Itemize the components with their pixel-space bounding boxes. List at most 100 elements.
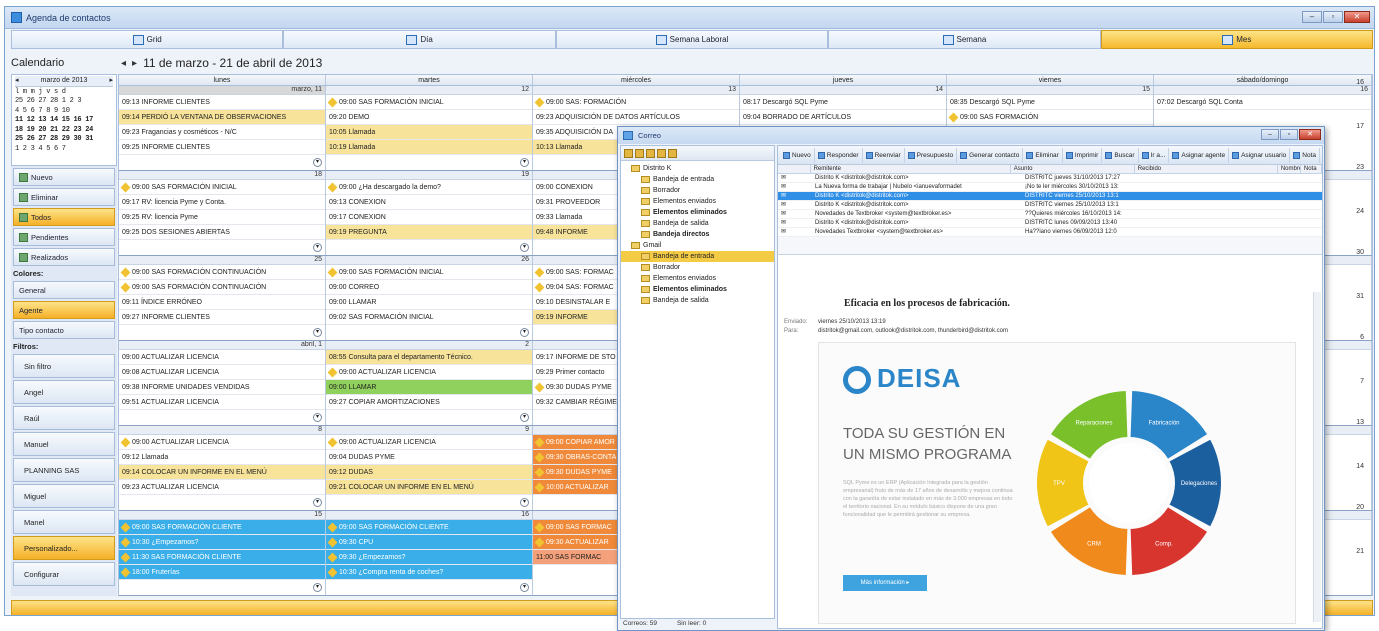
toolbar-11-button[interactable]: Nota bbox=[1290, 147, 1320, 163]
folder-item[interactable]: Bandeja de entrada bbox=[621, 174, 774, 185]
calendar-event[interactable]: 08:55 Consulta para el departamento Técn… bbox=[326, 350, 532, 365]
calendar-event[interactable]: 09:00 ACTUALIZAR LICENCIA bbox=[326, 435, 532, 450]
calendar-event[interactable]: 09:00 SAS FORMACIÓN CLIENTE bbox=[326, 520, 532, 535]
correo-close-button[interactable]: ✕ bbox=[1299, 129, 1321, 140]
action-todos-button[interactable]: Todos bbox=[13, 208, 115, 226]
more-events-icon[interactable]: ▾ bbox=[313, 328, 322, 337]
more-events-icon[interactable]: ▾ bbox=[520, 328, 529, 337]
filter-4-button[interactable]: PLANNING SAS bbox=[13, 458, 115, 482]
calendar-event[interactable]: 09:27 COPIAR AMORTIZACIONES bbox=[326, 395, 532, 410]
prev-range-button[interactable]: ◂ bbox=[121, 58, 126, 69]
folder-delete-icon[interactable] bbox=[657, 148, 666, 158]
calendar-event[interactable]: 10:05 Llamada bbox=[326, 125, 532, 140]
day-cell[interactable]: 9 09:00 ACTUALIZAR LICENCIA 09:04 DUDAS PY… bbox=[326, 426, 533, 510]
toolbar-4-button[interactable]: Generar contacto bbox=[957, 147, 1024, 163]
mini-calendar[interactable]: ◂ marzo de 2013 ▸ l m m j v s d 25 26 27 2… bbox=[11, 74, 117, 166]
calendar-event[interactable]: 10:30 ¿Empezamos? bbox=[119, 535, 325, 550]
tab-semana-laboral[interactable]: Semana Laboral bbox=[555, 30, 829, 49]
calendar-event[interactable]: 09:00 SAS FORMACIÓN CLIENTE bbox=[119, 520, 325, 535]
filter-5-button[interactable]: Miguel bbox=[13, 484, 115, 508]
filter-6-button[interactable]: Manel bbox=[13, 510, 115, 534]
filter-8-button[interactable]: Configurar bbox=[13, 562, 115, 586]
more-events-icon[interactable]: ▾ bbox=[520, 498, 529, 507]
calendar-event[interactable]: 09:12 Llamada bbox=[119, 450, 325, 465]
calendar-event[interactable]: 09:00 SAS FORMACIÓN bbox=[947, 110, 1153, 125]
folder-open-icon[interactable] bbox=[635, 148, 644, 158]
calendar-event[interactable]: 09:13 CONEXION bbox=[326, 195, 532, 210]
day-cell[interactable]: 12 09:00 SAS FORMACIÓN INICIAL 09:20 DEMO 1… bbox=[326, 86, 533, 170]
color-1-button[interactable]: Agente bbox=[13, 301, 115, 319]
calendar-event[interactable]: 09:30 ¿Empezamos? bbox=[326, 550, 532, 565]
more-events-icon[interactable]: ▾ bbox=[520, 413, 529, 422]
column-header[interactable]: Nombre agente bbox=[1278, 165, 1301, 173]
tab-grid[interactable]: Grid bbox=[11, 30, 284, 49]
calendar-event[interactable]: 09:00 SAS: FORMACIÓN bbox=[533, 95, 739, 110]
color-0-button[interactable]: General bbox=[13, 281, 115, 299]
calendar-event[interactable]: 09:20 DEMO bbox=[326, 110, 532, 125]
toolbar-8-button[interactable]: Ir a... bbox=[1139, 147, 1170, 163]
action-realizados-button[interactable]: Realizados bbox=[13, 248, 115, 266]
toolbar-12-button[interactable]: Seguimiento bbox=[1320, 148, 1322, 163]
minical-next[interactable]: ▸ bbox=[109, 76, 113, 86]
calendar-event[interactable]: 09:19 PREGUNTA bbox=[326, 225, 532, 240]
toolbar-1-button[interactable]: Responder bbox=[815, 147, 863, 163]
calendar-event[interactable]: 09:00 ACTUALIZAR LICENCIA bbox=[119, 435, 325, 450]
day-cell[interactable]: marzo, 11 09:13 INFORME CLIENTES 09:14 PER… bbox=[119, 86, 326, 170]
more-events-icon[interactable]: ▾ bbox=[313, 583, 322, 592]
minical-prev[interactable]: ◂ bbox=[15, 76, 19, 86]
calendar-event[interactable]: 09:14 COLOCAR UN INFORME EN EL MENÚ bbox=[119, 465, 325, 480]
calendar-event[interactable]: 09:02 SAS FORMACIÓN INICIAL bbox=[326, 310, 532, 325]
day-cell[interactable]: 8 09:00 ACTUALIZAR LICENCIA 09:12 Llamada 0… bbox=[119, 426, 326, 510]
filter-1-button[interactable]: Angel bbox=[13, 380, 115, 404]
calendar-event[interactable]: 08:17 Descargó SQL Pyme bbox=[740, 95, 946, 110]
calendar-event[interactable]: 09:25 RV: licencia Pyme bbox=[119, 210, 325, 225]
calendar-event[interactable]: 09:00 ACTUALIZAR LICENCIA bbox=[119, 350, 325, 365]
column-header[interactable]: Nota bbox=[1301, 165, 1322, 173]
color-2-button[interactable]: Tipo contacto bbox=[13, 321, 115, 339]
minical-week-row[interactable]: 25 26 27 28 29 30 31 bbox=[15, 135, 113, 145]
column-header[interactable]: Asunto bbox=[1011, 165, 1135, 173]
more-events-icon[interactable]: ▾ bbox=[520, 158, 529, 167]
toolbar-6-button[interactable]: Imprimir bbox=[1063, 147, 1103, 163]
mail-row[interactable]: ✉ Distrito K <distritok@distritok.com> DIS… bbox=[778, 201, 1322, 210]
maximize-button[interactable]: ▫ bbox=[1323, 11, 1343, 23]
mail-row[interactable]: ✉ Distrito K <distritok@distritok.com> DIS… bbox=[778, 174, 1322, 183]
day-cell[interactable]: 26 09:00 SAS FORMACIÓN INICIAL 09:00 CORRE… bbox=[326, 256, 533, 340]
correo-maximize-button[interactable]: ▫ bbox=[1280, 129, 1298, 140]
correo-minimize-button[interactable]: ‒ bbox=[1261, 129, 1279, 140]
calendar-event[interactable]: 09:23 ADQUISICIÓN DE DATOS ARTÍCULOS bbox=[533, 110, 739, 125]
calendar-event[interactable]: 09:08 ACTUALIZAR LICENCIA bbox=[119, 365, 325, 380]
calendar-event[interactable]: 18:00 Fruterías bbox=[119, 565, 325, 580]
toolbar-5-button[interactable]: Eliminar bbox=[1023, 147, 1063, 163]
more-events-icon[interactable]: ▾ bbox=[313, 413, 322, 422]
calendar-event[interactable]: 10:19 Llamada bbox=[326, 140, 532, 155]
minical-week-row[interactable]: 4 5 6 7 8 9 10 bbox=[15, 107, 113, 117]
calendar-event[interactable]: 09:04 BORRADO DE ARTÍCULOS bbox=[740, 110, 946, 125]
calendar-event[interactable]: 10:30 ¿Compra renta de coches? bbox=[326, 565, 532, 580]
tab-día[interactable]: Día bbox=[283, 30, 556, 49]
folder-item[interactable]: Distrito K bbox=[621, 163, 774, 174]
day-cell[interactable]: 19 09:00 ¿Ha descargado la demo? 09:13 CON… bbox=[326, 171, 533, 255]
calendar-event[interactable]: 11:30 SAS FORMACIÓN CLIENTE bbox=[119, 550, 325, 565]
calendar-event[interactable]: 09:14 PERDIÓ LA VENTANA DE OBSERVACIONES bbox=[119, 110, 325, 125]
filter-0-button[interactable]: Sin filtro bbox=[13, 354, 115, 378]
calendar-event[interactable]: 07:02 Descargó SQL Conta bbox=[1154, 95, 1371, 110]
calendar-event[interactable]: 09:12 DUDAS bbox=[326, 465, 532, 480]
folder-item[interactable]: Elementos enviados bbox=[621, 273, 774, 284]
mail-row[interactable]: ✉ Distrito K <distritok@distritok.com> DIS… bbox=[778, 219, 1322, 228]
calendar-event[interactable]: 09:51 ACTUALIZAR LICENCIA bbox=[119, 395, 325, 410]
calendar-event[interactable]: 09:00 SAS FORMACIÓN INICIAL bbox=[119, 180, 325, 195]
calendar-event[interactable]: 09:00 SAS FORMACIÓN CONTINUACIÓN bbox=[119, 280, 325, 295]
calendar-event[interactable]: 09:04 DUDAS PYME bbox=[326, 450, 532, 465]
calendar-event[interactable]: 09:00 LLAMAR bbox=[326, 380, 532, 395]
minical-week-row[interactable]: 1 2 3 4 5 6 7 bbox=[15, 145, 113, 155]
toolbar-10-button[interactable]: Asignar usuario bbox=[1229, 147, 1291, 163]
calendar-event[interactable]: 09:11 ÍNDICE ERRÓNEO bbox=[119, 295, 325, 310]
folder-item[interactable]: Gmail bbox=[621, 240, 774, 251]
more-info-button[interactable]: Más información ▸ bbox=[843, 575, 927, 591]
column-header[interactable]: Recibido bbox=[1135, 165, 1278, 173]
mail-list-hscroll[interactable] bbox=[778, 237, 1322, 255]
calendar-event[interactable]: 09:00 SAS FORMACIÓN INICIAL bbox=[326, 265, 532, 280]
column-header[interactable]: Remitente bbox=[811, 165, 1011, 173]
folder-item[interactable]: Bandeja de entrada bbox=[621, 251, 774, 262]
